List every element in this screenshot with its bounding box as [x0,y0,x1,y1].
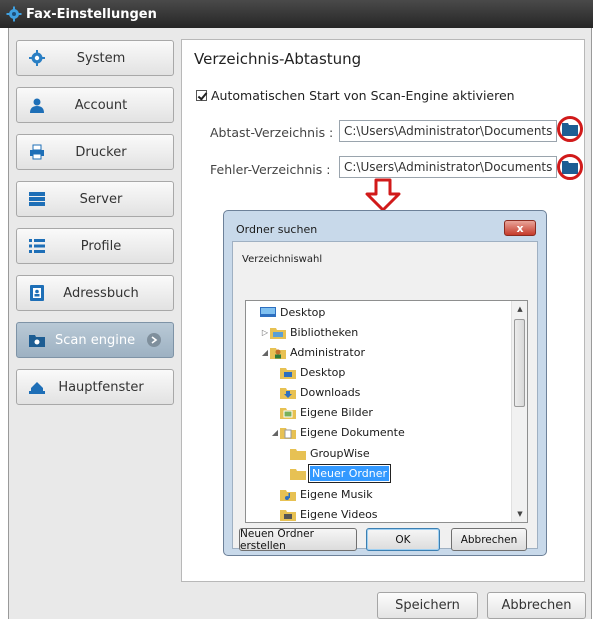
autostart-label: Automatischen Start von Scan-Engine akti… [211,88,515,103]
error-dir-field[interactable]: C:\Users\Administrator\Documents [339,156,557,178]
tree-item-label: Eigene Videos [300,507,378,521]
sidebar-item-label: Profile [80,238,122,254]
sidebar-item-account[interactable]: Account [16,87,174,123]
save-button[interactable]: Speichern [377,592,478,619]
sidebar-item-adressbuch[interactable]: Adressbuch [16,275,174,311]
scanner-icon [27,331,47,349]
tree-item-label: Eigene Dokumente [300,425,405,439]
sidebar-item-scan-engine[interactable]: Scan engine [16,322,174,358]
dialog-title: Ordner suchen [236,223,318,236]
ok-button[interactable]: OK [366,528,440,551]
annotation-circle [557,154,583,180]
tree-item-administrator[interactable]: ◢ Administrator [260,343,365,361]
gear-icon [27,49,47,67]
pictures-icon [280,407,296,419]
tree-item-label: Downloads [300,385,361,399]
sidebar-item-hauptfenster[interactable]: Hauptfenster [16,369,174,405]
tree-item-groupwise[interactable]: GroupWise [280,444,370,462]
error-dir-label: Fehler-Verzeichnis : [210,162,331,177]
expand-icon: ▷ [261,327,269,337]
sidebar-item-label: Account [74,97,128,113]
sidebar-item-label: Adressbuch [63,285,139,301]
annotation-arrow-icon [365,178,401,212]
new-folder-button[interactable]: Neuen Ordner erstellen [239,528,357,552]
dialog-subtitle: Verzeichniswahl [242,254,323,265]
cancel-button[interactable]: Abbrechen [487,592,586,619]
tree-item-eigene-musik[interactable]: Eigene Musik [270,485,373,503]
collapse-icon: ◢ [261,347,269,357]
sidebar-item-label: Server [79,191,123,207]
desktop-icon [260,306,276,317]
tree-item-eigene-videos[interactable]: Eigene Videos [270,505,378,522]
scroll-thumb[interactable] [514,319,525,407]
tree-item-label[interactable]: Neuer Ordner [308,463,391,483]
scroll-up-icon[interactable]: ▲ [512,301,527,317]
window-titlebar: Fax-Einstellungen [0,0,593,28]
tree-item-label: GroupWise [310,446,370,460]
sidebar-item-label: Scan engine [55,332,136,348]
music-icon [280,489,296,501]
tree-item-downloads[interactable]: Downloads [270,383,360,401]
folder-icon [290,468,306,480]
user-icon [27,96,47,114]
addressbook-icon [27,284,47,302]
dialog-body: Verzeichniswahl Desktop ▷ Bibliotheken ◢… [232,241,538,552]
folder-icon [290,448,306,460]
sidebar-item-server[interactable]: Server [16,181,174,217]
documents-icon [280,427,296,439]
tree-scrollbar[interactable]: ▲ ▼ [511,301,527,522]
tree-item-bibliotheken[interactable]: ▷ Bibliotheken [260,323,358,341]
dialog-cancel-button[interactable]: Abbrechen [451,528,527,551]
chevron-right-icon [147,333,161,347]
annotation-circle [557,116,583,142]
tree-item-desktop[interactable]: Desktop [250,303,325,321]
tree-item-label: Eigene Bilder [300,405,373,419]
user-folder-icon [270,347,286,359]
tree-item-label: Eigene Musik [300,487,373,501]
videos-icon [280,509,296,521]
window-icon [27,378,47,396]
scan-dir-field[interactable]: C:\Users\Administrator\Documents [339,120,557,142]
printer-icon [27,143,47,161]
tree-item-label: Desktop [280,305,326,319]
desktop-folder-icon [280,367,296,379]
tree-item-label: Administrator [290,345,365,359]
tree-item-eigene-bilder[interactable]: Eigene Bilder [270,403,373,421]
server-icon [27,190,47,208]
sidebar-item-profile[interactable]: Profile [16,228,174,264]
window-title: Fax-Einstellungen [26,6,157,22]
sidebar-item-label: Hauptfenster [58,379,144,395]
tree-item-neuer-ordner[interactable]: Neuer Ordner [280,463,391,483]
gear-icon [6,6,22,22]
folder-tree[interactable]: Desktop ▷ Bibliotheken ◢ Administrator D… [245,300,528,523]
sidebar-item-label: System [76,50,126,66]
library-icon [270,327,286,339]
collapse-icon: ◢ [271,427,279,437]
folder-browser-dialog: Ordner suchen x Verzeichniswahl Desktop … [223,210,547,556]
downloads-icon [280,387,296,399]
scan-dir-label: Abtast-Verzeichnis : [210,125,334,140]
scroll-down-icon[interactable]: ▼ [512,506,527,522]
autostart-checkbox[interactable] [196,90,207,101]
sidebar-item-drucker[interactable]: Drucker [16,134,174,170]
page-title: Verzeichnis-Abtastung [194,50,362,68]
list-icon [27,237,47,255]
tree-item-eigene-dokumente[interactable]: ◢ Eigene Dokumente [270,423,405,441]
sidebar-item-label: Drucker [75,144,127,160]
tree-item-desktop-folder[interactable]: Desktop [270,363,345,381]
tree-item-label: Bibliotheken [290,325,359,339]
close-button[interactable]: x [504,220,536,236]
sidebar-item-system[interactable]: System [16,40,174,76]
tree-item-label: Desktop [300,365,346,379]
autostart-option: Automatischen Start von Scan-Engine akti… [196,88,515,103]
